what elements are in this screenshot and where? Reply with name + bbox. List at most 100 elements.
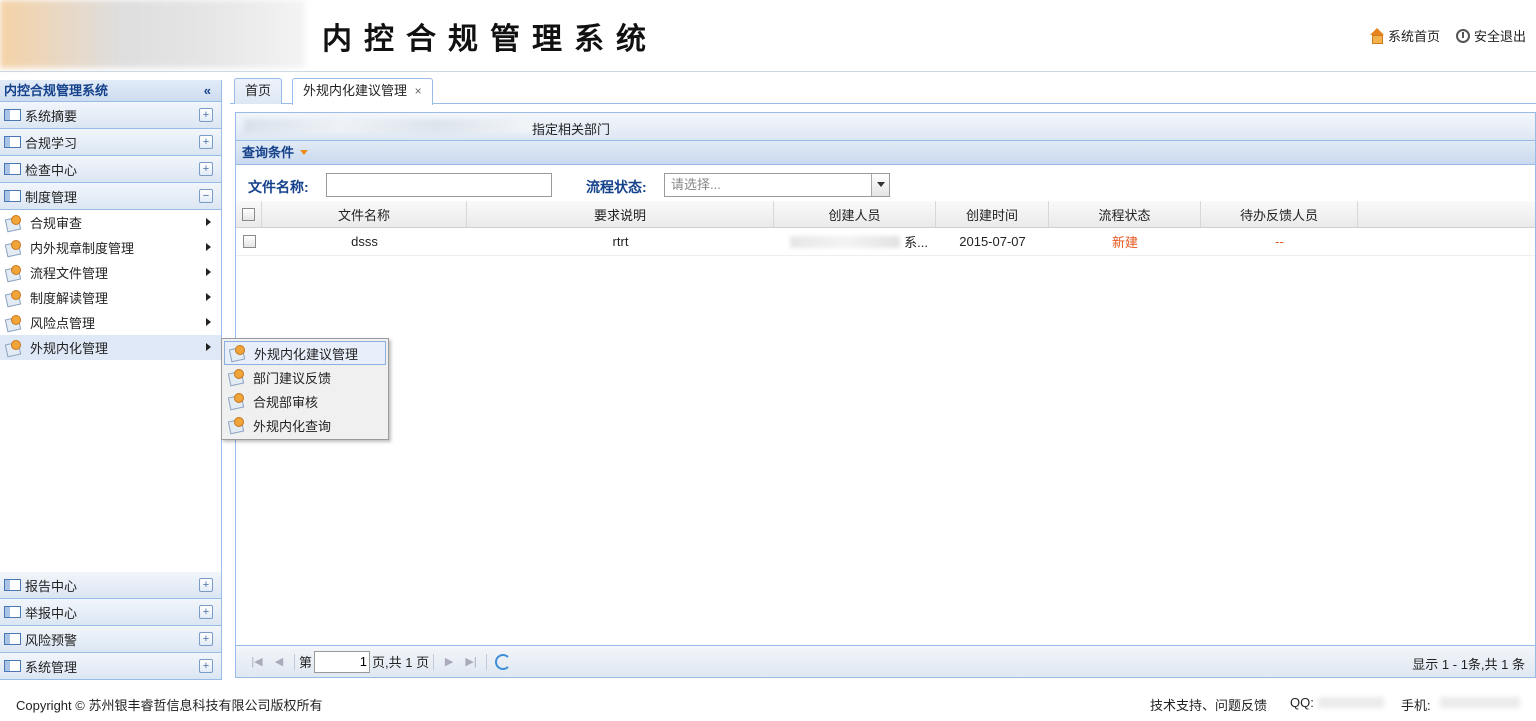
panel-icon	[4, 190, 21, 202]
sidebar-section-whistleblow[interactable]: 举报中心 +	[0, 599, 221, 626]
expand-icon[interactable]: +	[199, 162, 213, 176]
column-header[interactable]: 创建时间	[936, 201, 1049, 227]
document-edit-icon	[228, 369, 244, 385]
next-page-icon[interactable]: ▶	[442, 655, 456, 669]
panel-icon	[4, 136, 21, 148]
cell-requirement: rtrt	[612, 234, 629, 249]
panel-icon	[4, 633, 21, 645]
menu-item-regulations[interactable]: 内外规章制度管理	[0, 235, 221, 260]
document-edit-icon	[228, 417, 244, 433]
menu-item-process-files[interactable]: 流程文件管理	[0, 260, 221, 285]
expand-icon[interactable]: +	[199, 108, 213, 122]
pager: |◀ ◀ 第 页,共 1 页 ▶ ▶| 显示 1 - 1条,共 1 条	[236, 645, 1535, 677]
cell-state: 新建	[1111, 235, 1138, 250]
redacted-qq	[1318, 697, 1384, 708]
home-link-label: 系统首页	[1387, 29, 1440, 44]
column-header[interactable]: 文件名称	[262, 201, 467, 227]
column-header[interactable]: 流程状态	[1049, 201, 1201, 227]
expand-icon[interactable]: +	[199, 605, 213, 619]
phone-label: 手机:	[1401, 698, 1431, 713]
table-row[interactable]: dsss rtrt 系... 2015-07-07 新建 --	[236, 228, 1535, 256]
menu-item-label: 流程文件管理	[30, 266, 109, 281]
flyout-item-compliance-audit[interactable]: 合规部审核	[224, 389, 386, 413]
flyout-item-internalization-query[interactable]: 外规内化查询	[224, 413, 386, 437]
sidebar-section-summary[interactable]: 系统摘要 +	[0, 102, 221, 129]
query-header-label: 查询条件	[242, 144, 295, 160]
sidebar-section-learning[interactable]: 合规学习 +	[0, 129, 221, 156]
state-select[interactable]: 请选择...	[664, 173, 890, 197]
tab-suggestion-management[interactable]: 外规内化建议管理 ×	[292, 78, 433, 105]
document-edit-icon	[5, 264, 21, 281]
grid-header: 文件名称 要求说明 创建人员 创建时间 流程状态 待办反馈人员	[236, 201, 1535, 228]
column-header[interactable]: 要求说明	[467, 201, 774, 227]
cell-file-name: dsss	[351, 234, 378, 249]
support-link[interactable]: 技术支持、问题反馈	[1150, 695, 1267, 714]
expand-icon[interactable]: +	[199, 632, 213, 646]
query-form: 文件名称: 流程状态: 请选择...	[236, 165, 1535, 199]
column-header[interactable]: 待办反馈人员	[1201, 201, 1358, 227]
collapse-icon[interactable]: −	[199, 189, 213, 203]
sidebar-section-policy[interactable]: 制度管理 −	[0, 183, 221, 210]
sidebar-section-label: 报告中心	[25, 578, 78, 594]
sidebar-section-risk-warning[interactable]: 风险预警 +	[0, 626, 221, 653]
row-checkbox[interactable]	[242, 235, 256, 248]
panel-icon	[4, 579, 21, 591]
refresh-icon[interactable]	[495, 653, 512, 670]
last-page-icon[interactable]: ▶|	[464, 655, 478, 669]
sidebar-section-system[interactable]: 系统管理 +	[0, 653, 221, 680]
flyout-item-suggestion-management[interactable]: 外规内化建议管理	[224, 341, 386, 365]
redacted-breadcrumb	[244, 119, 534, 133]
logout-link[interactable]: 安全退出	[1455, 26, 1526, 45]
cell-creator: 系...	[774, 228, 936, 255]
sidebar-bottom-sections: 报告中心 + 举报中心 + 风险预警 + 系统管理 +	[0, 572, 221, 680]
qq-label: QQ:	[1290, 695, 1314, 710]
logout-link-label: 安全退出	[1473, 29, 1526, 44]
panel-icon	[4, 606, 21, 618]
header-links: 系统首页 安全退出	[1369, 26, 1526, 45]
sidebar-section-inspection[interactable]: 检查中心 +	[0, 156, 221, 183]
query-header[interactable]: 查询条件	[236, 141, 1535, 165]
chevron-right-icon	[206, 218, 211, 226]
menu-item-label: 合规审查	[30, 216, 83, 231]
select-all-cell	[236, 201, 262, 227]
chevron-right-icon	[206, 243, 211, 251]
menu-item-external-internalization[interactable]: 外规内化管理	[0, 335, 221, 360]
data-grid: 文件名称 要求说明 创建人员 创建时间 流程状态 待办反馈人员 dsss rtr…	[236, 201, 1535, 646]
document-edit-icon	[5, 339, 21, 356]
panel-icon	[4, 109, 21, 121]
submenu-flyout: 外规内化建议管理 部门建议反馈 合规部审核 外规内化查询	[221, 338, 389, 440]
chevron-right-icon	[206, 343, 211, 351]
panel-icon	[4, 660, 21, 672]
chevron-down-icon[interactable]	[871, 174, 889, 196]
chevron-right-icon	[206, 293, 211, 301]
column-header[interactable]: 创建人员	[774, 201, 936, 227]
collapse-sidebar-button[interactable]: «	[204, 80, 211, 102]
state-label: 流程状态:	[586, 179, 647, 195]
home-icon	[1369, 28, 1384, 44]
sidebar: 内控合规管理系统 « 系统摘要 + 合规学习 + 检查中心 + 制度管理 − 合…	[0, 80, 222, 680]
sidebar-section-reports[interactable]: 报告中心 +	[0, 572, 221, 599]
close-icon[interactable]: ×	[415, 84, 422, 98]
first-page-icon[interactable]: |◀	[250, 655, 264, 669]
sidebar-section-label: 系统管理	[25, 659, 78, 675]
menu-item-policy-interpretation[interactable]: 制度解读管理	[0, 285, 221, 310]
tab-home[interactable]: 首页	[234, 78, 283, 104]
sidebar-section-label: 举报中心	[25, 605, 78, 621]
menu-item-risk-points[interactable]: 风险点管理	[0, 310, 221, 335]
flyout-item-department-feedback[interactable]: 部门建议反馈	[224, 365, 386, 389]
prev-page-icon[interactable]: ◀	[272, 655, 286, 669]
expand-icon[interactable]: +	[199, 578, 213, 592]
expand-icon[interactable]: +	[199, 659, 213, 673]
tab-strip: 首页 外规内化建议管理 ×	[230, 76, 1536, 105]
select-all-checkbox[interactable]	[242, 207, 255, 221]
sidebar-section-label: 检查中心	[25, 162, 78, 178]
page-input[interactable]	[314, 650, 371, 673]
home-link[interactable]: 系统首页	[1369, 26, 1440, 45]
pager-separator	[486, 653, 488, 670]
menu-item-compliance-review[interactable]: 合规审查	[0, 210, 221, 235]
system-title: 内控合规管理系统	[322, 22, 658, 57]
flyout-item-label: 外规内化建议管理	[254, 346, 359, 362]
tab-label: 首页	[245, 83, 272, 98]
file-name-input[interactable]	[326, 173, 552, 197]
expand-icon[interactable]: +	[199, 135, 213, 149]
